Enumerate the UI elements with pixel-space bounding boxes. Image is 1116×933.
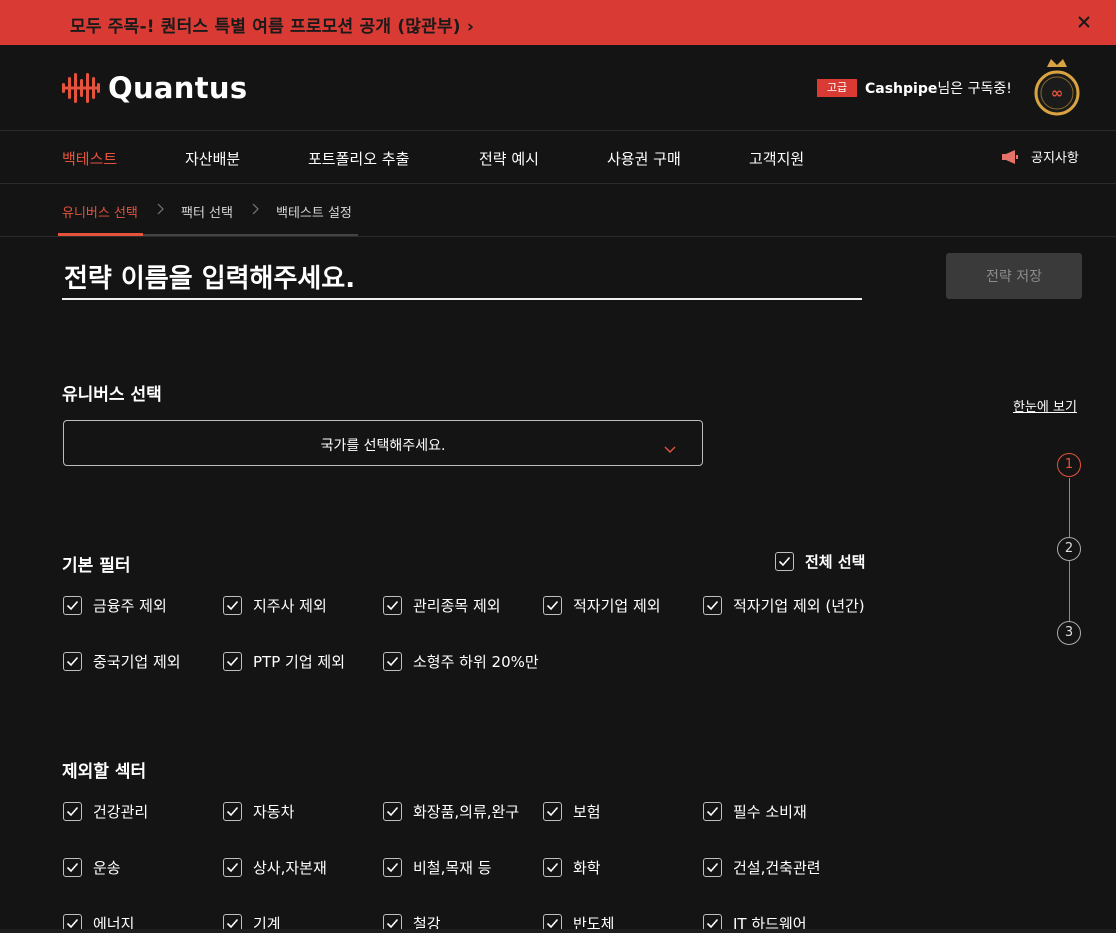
logo[interactable]: Quantus [62,68,247,108]
checkbox-checked-icon [775,552,794,571]
subscription-status: Cashpipe님은 구독중! [865,81,1012,97]
logo-text: Quantus [108,71,248,105]
sector-checkbox[interactable]: 비철,목재 등 [383,857,492,878]
sector-checkbox[interactable]: 건설,건축관련 [703,857,821,878]
sector-label: 보험 [573,803,601,821]
checkbox-checked-icon [383,652,402,671]
progress-step-1[interactable]: 1 [1057,453,1081,477]
sector-label: 상사,자본재 [253,859,327,877]
excluded-sectors-title: 제외할 섹터 [62,762,147,782]
checkbox-checked-icon [703,596,722,615]
site-header: Quantus 고급 Cashpipe님은 구독중! ∞ [0,45,1116,131]
sector-label: 화학 [573,859,601,877]
filter-label: PTP 기업 제외 [253,653,345,671]
window-bottom-edge [0,929,1116,933]
filter-checkbox[interactable]: 중국기업 제외 [63,651,181,672]
filter-checkbox[interactable]: 관리종목 제외 [383,595,501,616]
promo-text[interactable]: 모두 주목-! 퀀터스 특별 여름 프로모션 공개 (많관부) › [70,12,474,37]
nav-item-purchase-license[interactable]: 사용권 구매 [607,148,681,169]
sector-checkbox[interactable]: 운송 [63,857,121,878]
chevron-right-icon [252,203,260,218]
promo-banner[interactable]: 모두 주목-! 퀀터스 특별 여름 프로모션 공개 (많관부) › [0,0,1116,45]
step-tabs: 유니버스 선택 팩터 선택 백테스트 설정 [0,185,1116,237]
nav-item-backtest[interactable]: 백테스트 [62,148,117,169]
checkbox-checked-icon [383,596,402,615]
filter-checkbox[interactable]: PTP 기업 제외 [223,651,345,672]
sector-checkbox[interactable]: 보험 [543,801,601,822]
sector-label: 필수 소비재 [733,803,807,821]
sector-label: 화장품,의류,완구 [413,803,520,821]
svg-text:∞: ∞ [1051,84,1064,102]
checkbox-checked-icon [383,858,402,877]
sector-label: 운송 [93,859,121,877]
checkbox-checked-icon [223,802,242,821]
nav-item-asset-allocation[interactable]: 자산배분 [185,148,240,169]
chevron-down-icon [664,439,676,458]
filter-checkbox[interactable]: 지주사 제외 [223,595,327,616]
filter-checkbox[interactable]: 적자기업 제외 (년간) [703,595,865,616]
strategy-name-input[interactable] [62,260,862,300]
checkbox-checked-icon [223,596,242,615]
checkbox-checked-icon [63,802,82,821]
checkbox-checked-icon [543,596,562,615]
checkbox-checked-icon [383,802,402,821]
sector-checkbox[interactable]: 화장품,의류,완구 [383,801,519,822]
filter-label: 관리종목 제외 [413,597,501,615]
sector-checkbox[interactable]: 필수 소비재 [703,801,807,822]
progress-step-2[interactable]: 2 [1057,537,1081,561]
tab-backtest-settings[interactable]: 백테스트 설정 [276,202,352,221]
checkbox-checked-icon [543,858,562,877]
close-icon[interactable] [1074,12,1094,32]
sector-label: 자동차 [253,803,295,821]
checkbox-checked-icon [223,858,242,877]
filter-label: 지주사 제외 [253,597,327,615]
nav-item-portfolio-extract[interactable]: 포트폴리오 추출 [308,148,409,169]
country-select-placeholder: 국가를 선택해주세요. [320,438,446,454]
nav-item-strategy-examples[interactable]: 전략 예시 [479,148,539,169]
notice-link[interactable]: 공지사항 [1001,147,1079,166]
filter-label: 금융주 제외 [93,597,167,615]
active-tab-indicator [58,233,143,236]
tab-track [143,234,358,236]
tab-factor-select[interactable]: 팩터 선택 [181,202,233,221]
select-all-label: 전체 선택 [805,553,866,571]
checkbox-checked-icon [703,858,722,877]
universe-section-title: 유니버스 선택 [62,385,162,405]
sector-label: 건설,건축관련 [733,859,821,877]
logo-icon [62,73,100,103]
country-select[interactable]: 국가를 선택해주세요. [63,420,703,466]
save-strategy-button[interactable]: 전략 저장 [946,253,1082,299]
notice-label: 공지사항 [1031,151,1079,166]
checkbox-checked-icon [543,802,562,821]
membership-medal-icon[interactable]: ∞ [1034,55,1080,119]
overview-link[interactable]: 한눈에 보기 [1013,396,1077,415]
sector-checkbox[interactable]: 화학 [543,857,601,878]
select-all-checkbox[interactable]: 전체 선택 [775,551,865,572]
sector-checkbox[interactable]: 상사,자본재 [223,857,327,878]
progress-step-3[interactable]: 3 [1057,621,1081,645]
filter-checkbox[interactable]: 소형주 하위 20%만 [383,651,539,672]
main-nav: 백테스트 자산배분 포트폴리오 추출 전략 예시 사용권 구매 고객지원 공지사… [0,132,1116,184]
filter-label: 적자기업 제외 [573,597,661,615]
chevron-right-icon [157,203,165,218]
sector-checkbox[interactable]: 자동차 [223,801,294,822]
basic-filter-title: 기본 필터 [62,556,131,576]
checkbox-checked-icon [703,802,722,821]
sector-label: 비철,목재 등 [413,859,492,877]
checkbox-checked-icon [63,652,82,671]
filter-label: 중국기업 제외 [93,653,181,671]
megaphone-icon [1002,149,1018,164]
filter-label: 소형주 하위 20%만 [413,653,539,671]
tier-badge: 고급 [817,79,857,97]
tab-universe-select[interactable]: 유니버스 선택 [62,202,138,221]
sector-label: 건강관리 [93,803,149,821]
checkbox-checked-icon [223,652,242,671]
sector-checkbox[interactable]: 건강관리 [63,801,148,822]
filter-checkbox[interactable]: 금융주 제외 [63,595,167,616]
filter-checkbox[interactable]: 적자기업 제외 [543,595,661,616]
filter-label: 적자기업 제외 (년간) [733,597,865,615]
nav-item-support[interactable]: 고객지원 [749,148,804,169]
checkbox-checked-icon [63,858,82,877]
checkbox-checked-icon [63,596,82,615]
